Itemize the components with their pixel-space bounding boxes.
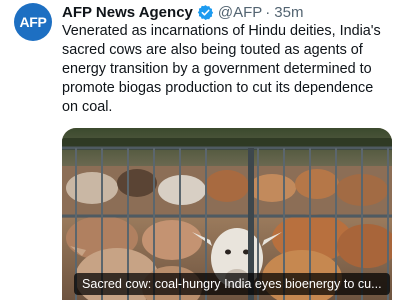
verified-badge-icon — [197, 4, 214, 21]
tweet[interactable]: AFP AFP News Agency @AFP · 35m Venerated… — [0, 0, 400, 300]
avatar[interactable]: AFP — [14, 3, 52, 41]
tweet-timestamp[interactable]: 35m — [274, 4, 303, 21]
author-name[interactable]: AFP News Agency — [62, 4, 193, 21]
link-card-title[interactable]: Sacred cow: coal-hungry India eyes bioen… — [74, 273, 390, 295]
author-handle[interactable]: @AFP — [218, 4, 262, 21]
header-separator: · — [265, 3, 271, 21]
tweet-header: AFP News Agency @AFP · 35m — [62, 2, 303, 22]
avatar-logo-text: AFP — [19, 14, 47, 30]
tweet-text: Venerated as incarnations of Hindu deiti… — [62, 23, 381, 115]
